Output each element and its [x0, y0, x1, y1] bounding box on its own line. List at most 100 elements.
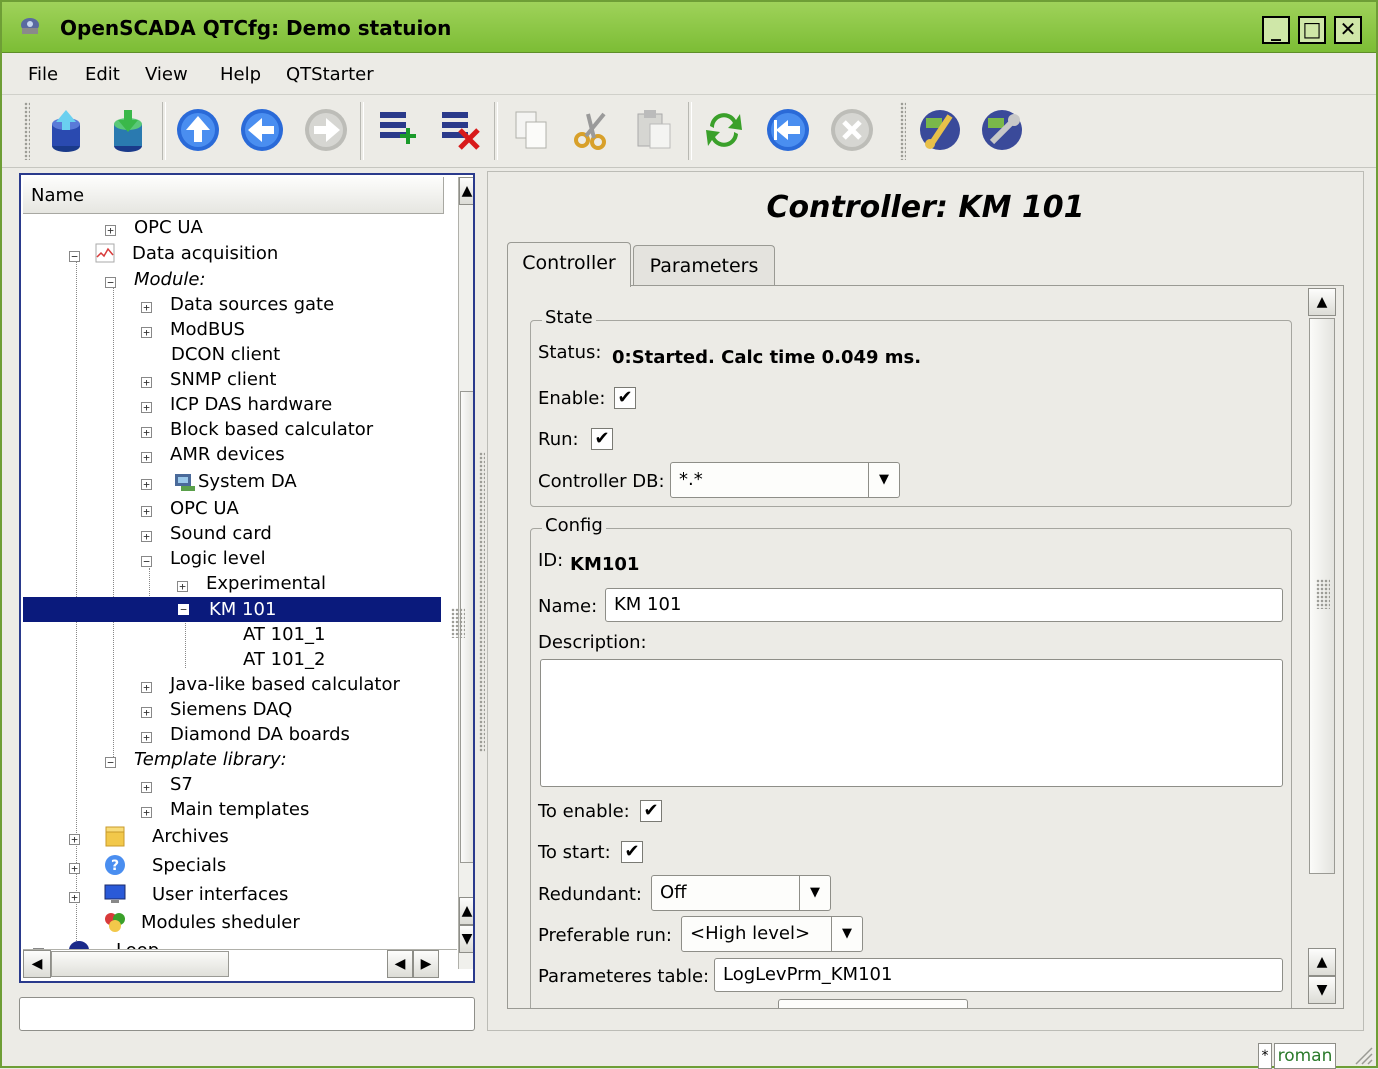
scroll-thumb[interactable] [51, 951, 229, 977]
scroll-left-icon[interactable]: ◀ [23, 950, 51, 978]
scroll-up-icon[interactable]: ▲ [1308, 948, 1336, 976]
partially-visible-select[interactable] [778, 999, 968, 1008]
tree-item[interactable]: + Diamond DA boards [141, 722, 350, 747]
resize-grip-icon[interactable] [1352, 1044, 1374, 1066]
tree-item[interactable]: + ModBUS [141, 317, 245, 342]
scroll-thumb[interactable] [1309, 318, 1335, 874]
tree-item[interactable]: Modules sheduler [105, 910, 300, 935]
chevron-down-icon[interactable]: ▼ [831, 917, 862, 951]
chevron-down-icon[interactable]: ▼ [799, 876, 830, 910]
expand-icon[interactable]: + [141, 782, 152, 793]
db-save-icon[interactable] [104, 106, 152, 154]
tree-item[interactable]: + OPC UA [105, 215, 203, 240]
tree-item[interactable]: + User interfaces [69, 882, 288, 907]
tree-item[interactable]: + System DA [141, 469, 297, 494]
tree-item[interactable]: + Data sources gate [141, 292, 334, 317]
close-button[interactable]: ✕ [1334, 16, 1362, 44]
maximize-button[interactable]: □ [1298, 16, 1326, 44]
menu-help[interactable]: Help [220, 64, 261, 85]
scroll-up-icon[interactable]: ▲ [1308, 288, 1336, 316]
collapse-icon[interactable]: − [141, 556, 152, 567]
menu-edit[interactable]: Edit [85, 64, 120, 85]
menu-view[interactable]: View [145, 64, 188, 85]
tree-item[interactable]: − Module: [105, 267, 206, 292]
expand-icon[interactable]: + [105, 225, 116, 236]
scroll-up-icon[interactable]: ▲ [459, 897, 473, 925]
tree-item[interactable]: + Sound card [141, 521, 272, 546]
tree-item[interactable]: − Logic level [141, 546, 266, 571]
tree-item[interactable]: + Block based calculator [141, 417, 373, 442]
tree-item[interactable]: + ICP DAS hardware [141, 392, 332, 417]
description-textarea[interactable] [540, 659, 1283, 787]
paste-icon[interactable] [630, 106, 678, 154]
menu-qtstarter[interactable]: QTStarter [286, 64, 374, 85]
expand-icon[interactable]: + [141, 732, 152, 743]
preferable-run-select[interactable]: <High level> ▼ [681, 916, 863, 952]
to-start-checkbox[interactable]: ✔ [621, 841, 643, 863]
expand-icon[interactable]: + [141, 807, 152, 818]
tree-item[interactable]: + AMR devices [141, 442, 285, 467]
tree-item[interactable]: + Main templates [141, 797, 309, 822]
expand-icon[interactable]: + [141, 402, 152, 413]
tree-item[interactable]: + Java-like based calculator [141, 672, 400, 697]
expand-icon[interactable]: + [141, 479, 152, 490]
tree-item[interactable]: − Data acquisition [69, 241, 278, 266]
tree-item[interactable]: DCON client [171, 342, 280, 367]
expand-icon[interactable]: + [141, 531, 152, 542]
scroll-down-icon[interactable]: ▼ [1308, 976, 1336, 1004]
expand-icon[interactable]: + [141, 377, 152, 388]
controller-db-select[interactable]: *.* ▼ [670, 462, 900, 498]
tree-header-name[interactable]: Name [23, 177, 444, 214]
expand-icon[interactable]: + [141, 427, 152, 438]
user-badge[interactable]: roman [1274, 1043, 1336, 1069]
toolbar-grip[interactable] [24, 102, 30, 160]
tree-item[interactable]: AT 101_2 [243, 647, 325, 672]
tree-item[interactable]: − Template library: [105, 747, 287, 772]
scroll-down-icon[interactable]: ▼ [459, 925, 473, 953]
expand-icon[interactable]: + [141, 327, 152, 338]
tab-controller[interactable]: Controller [507, 242, 631, 287]
expand-icon[interactable]: + [69, 863, 80, 874]
cut-icon[interactable] [568, 106, 616, 154]
scroll-right-icon[interactable]: ▶ [413, 950, 439, 978]
tree-vertical-scrollbar[interactable]: ▲ ▲ ▼ [458, 177, 473, 969]
station-icon[interactable] [916, 106, 964, 154]
expand-icon[interactable]: + [141, 506, 152, 517]
tree-item[interactable]: + Siemens DAQ [141, 697, 292, 722]
expand-icon[interactable]: + [141, 452, 152, 463]
tree-item[interactable]: + S7 [141, 772, 193, 797]
to-enable-checkbox[interactable]: ✔ [640, 800, 662, 822]
menu-file[interactable]: File [28, 64, 58, 85]
title-bar[interactable]: OpenSCADA QTCfg: Demo statuion _ □ ✕ [2, 2, 1376, 53]
back-icon[interactable] [238, 106, 286, 154]
expand-icon[interactable]: + [141, 682, 152, 693]
tree-item[interactable]: + SNMP client [141, 367, 276, 392]
tree-item[interactable]: + OPC UA [141, 496, 239, 521]
expand-icon[interactable]: + [69, 892, 80, 903]
expand-icon[interactable]: + [141, 302, 152, 313]
tree-item[interactable]: + Experimental [177, 571, 326, 596]
chevron-down-icon[interactable]: ▼ [868, 463, 899, 497]
tab-parameters[interactable]: Parameters [633, 245, 775, 285]
splitter-handle[interactable] [451, 608, 465, 638]
name-field[interactable]: KM 101 [605, 588, 1283, 622]
start-icon[interactable] [764, 106, 812, 154]
expand-icon[interactable]: + [69, 834, 80, 845]
redundant-select[interactable]: Off ▼ [651, 875, 831, 911]
tree-item-selected[interactable]: − KM 101 [23, 597, 441, 622]
expand-icon[interactable]: + [141, 707, 152, 718]
splitter-handle[interactable] [479, 452, 485, 752]
tree-item[interactable]: +? Specials [69, 853, 226, 878]
collapse-icon[interactable]: − [69, 251, 80, 262]
tree-item[interactable]: AT 101_1 [243, 622, 325, 647]
item-add-icon[interactable] [374, 106, 422, 154]
item-delete-icon[interactable] [436, 106, 484, 154]
stop-icon[interactable] [828, 106, 876, 154]
toolbar-grip[interactable] [900, 102, 906, 160]
up-icon[interactable] [174, 106, 222, 154]
minimize-button[interactable]: _ [1262, 16, 1290, 44]
station-config-icon[interactable] [978, 106, 1026, 154]
copy-icon[interactable] [508, 106, 556, 154]
scroll-left-icon[interactable]: ◀ [387, 950, 413, 978]
db-load-icon[interactable] [42, 106, 90, 154]
